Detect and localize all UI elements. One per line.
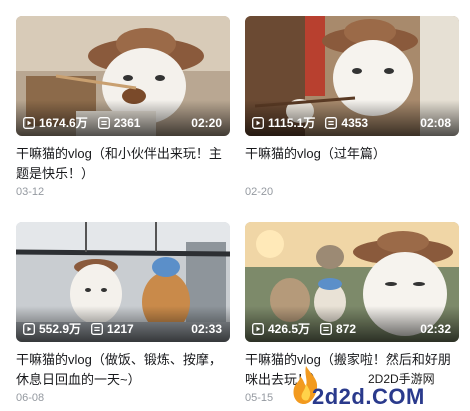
video-card[interactable]: 552.9万 1217 02:33 干嘛猫的vlog（做饭、锻炼、按摩，休息日回…	[16, 222, 230, 404]
video-card[interactable]: 1674.6万 2361 02:20 干嘛猫的vlog（和小伙伴出来玩！主题是快…	[16, 16, 230, 198]
video-grid: 1674.6万 2361 02:20 干嘛猫的vlog（和小伙伴出来玩！主题是快…	[0, 0, 470, 411]
play-count: 1674.6万	[23, 114, 88, 131]
comment-count-icon	[97, 116, 110, 129]
video-date: 02-20	[245, 186, 274, 198]
video-thumbnail[interactable]: 552.9万 1217 02:33	[16, 222, 230, 342]
play-count: 1115.1万	[252, 114, 315, 131]
video-stats: 552.9万 1217 02:33	[23, 320, 222, 337]
video-thumbnail[interactable]: 1115.1万 4353 02:08	[245, 16, 459, 136]
play-count-text: 1674.6万	[39, 116, 88, 130]
comment-count-text: 1217	[107, 321, 134, 336]
play-count-icon	[23, 322, 35, 335]
video-date: 03-12	[16, 186, 45, 198]
comment-count: 4353	[325, 116, 368, 130]
video-stats: 1115.1万 4353 02:08	[252, 114, 451, 131]
video-stats: 1674.6万 2361 02:20	[23, 114, 222, 131]
video-date: 06-08	[16, 392, 45, 404]
comment-count-text: 4353	[341, 115, 369, 130]
comment-count-text: 2361	[113, 115, 141, 130]
video-card[interactable]: 1115.1万 4353 02:08 干嘛猫的vlog（过年篇） 02-20	[245, 16, 459, 198]
play-count: 426.5万	[252, 320, 310, 337]
watermark-site-url: 2d2d.COM	[312, 384, 425, 409]
play-count-icon	[252, 322, 264, 335]
video-title[interactable]: 干嘛猫的vlog（和小伙伴出来玩！主题是快乐！）	[16, 144, 230, 184]
play-count-text: 552.9万	[39, 322, 82, 336]
comment-count-text: 872	[336, 321, 357, 336]
play-count-icon	[252, 116, 264, 129]
comment-count-icon	[320, 322, 332, 335]
video-title[interactable]: 干嘛猫的vlog（过年篇）	[245, 144, 459, 184]
video-duration: 02:33	[191, 321, 222, 336]
comment-count: 1217	[91, 322, 134, 336]
play-count: 552.9万	[23, 320, 81, 337]
video-duration: 02:32	[420, 321, 451, 336]
video-duration: 02:20	[191, 115, 222, 130]
comment-count: 2361	[97, 115, 141, 130]
video-thumbnail[interactable]: 426.5万 872 02:32	[245, 222, 459, 342]
play-count-text: 426.5万	[268, 322, 311, 336]
site-watermark: 2D2D手游网 2d2d.COM	[286, 364, 456, 409]
comment-count: 872	[320, 322, 356, 336]
comment-count-icon	[325, 116, 338, 129]
comment-count-icon	[91, 322, 103, 335]
play-count-icon	[23, 116, 35, 129]
video-title[interactable]: 干嘛猫的vlog（做饭、锻炼、按摩，休息日回血的一天~）	[16, 350, 230, 390]
video-duration: 02:08	[420, 115, 451, 130]
video-stats: 426.5万 872 02:32	[252, 320, 451, 337]
play-count-text: 1115.1万	[268, 116, 316, 130]
video-thumbnail[interactable]: 1674.6万 2361 02:20	[16, 16, 230, 136]
